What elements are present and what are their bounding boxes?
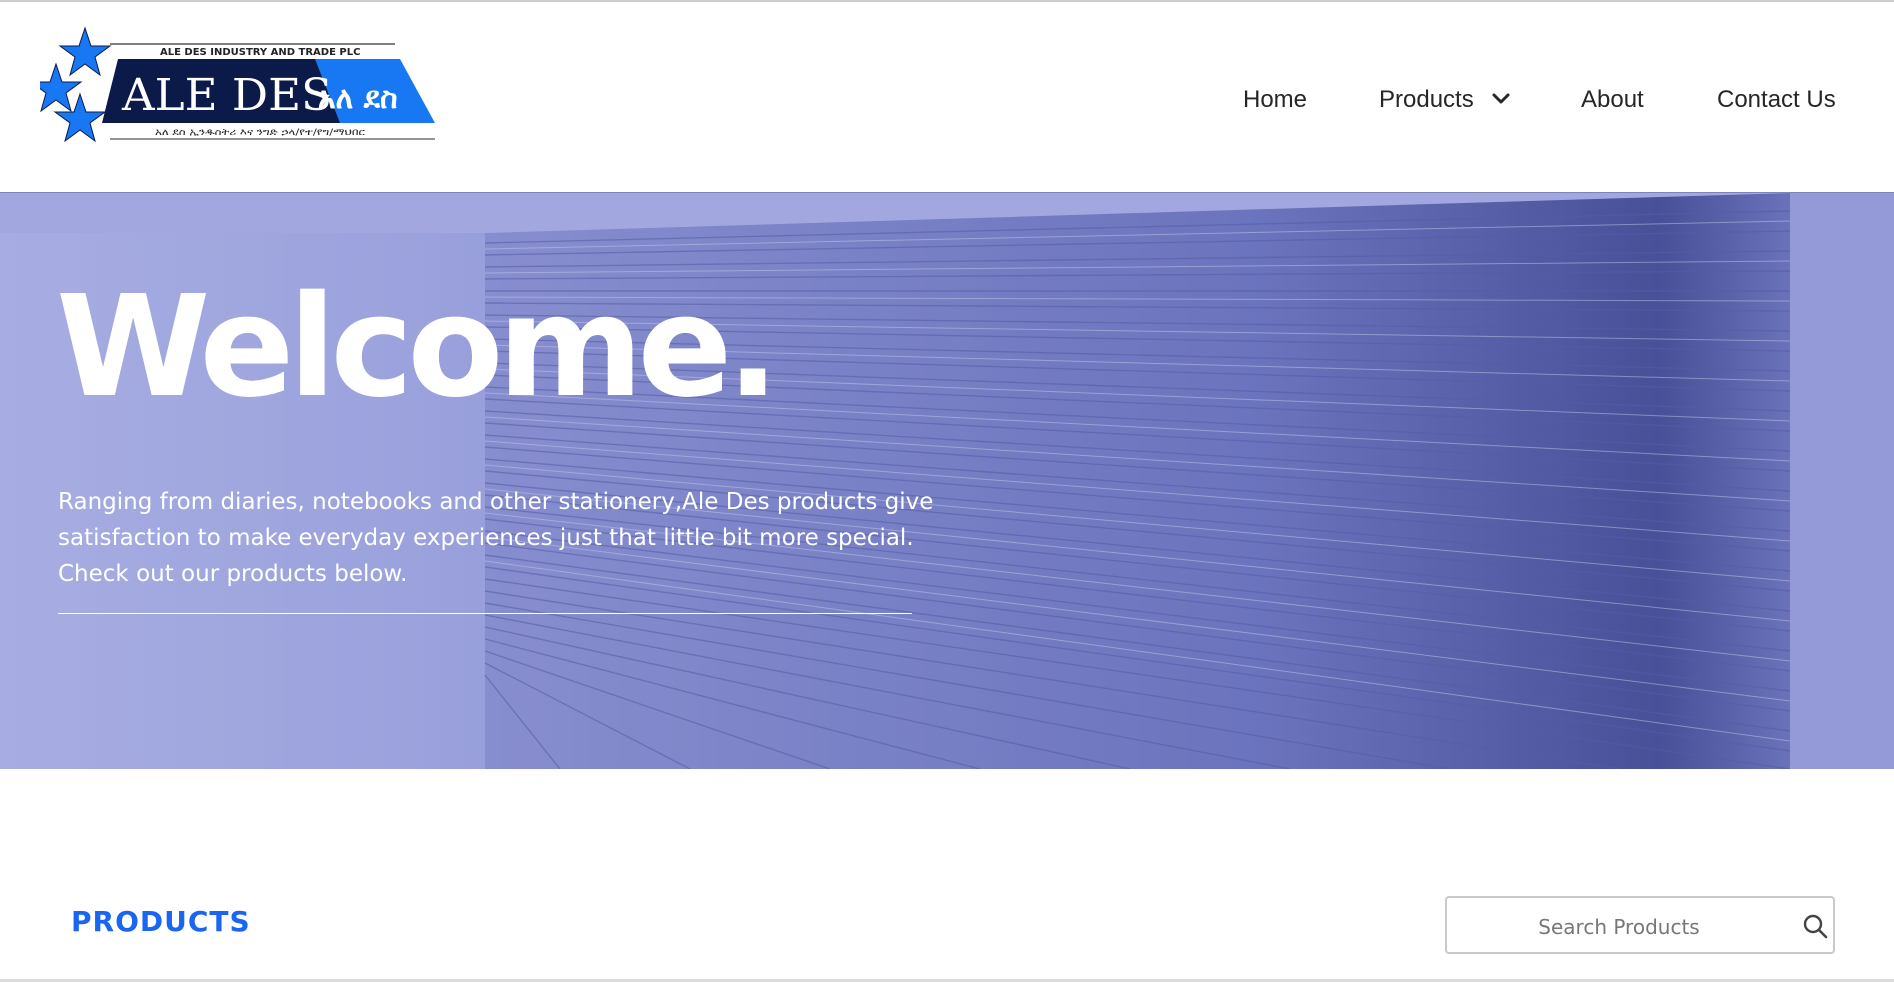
logo-brand-latin: ALE DES — [121, 70, 332, 121]
chevron-down-icon[interactable] — [1490, 88, 1512, 110]
products-heading: PRODUCTS — [71, 905, 251, 938]
site-header: ALE DES INDUSTRY AND TRADE PLC ALE DES አ… — [0, 2, 1894, 192]
hero-title: Welcome. — [56, 266, 780, 429]
search-input[interactable] — [1467, 908, 1771, 946]
hero-divider — [58, 613, 912, 614]
nav-products-link[interactable]: Products — [1379, 84, 1474, 116]
nav-about-link[interactable]: About — [1581, 84, 1644, 116]
nav-home-link[interactable]: Home — [1243, 84, 1307, 116]
company-logo[interactable]: ALE DES INDUSTRY AND TRADE PLC ALE DES አ… — [29, 24, 440, 158]
logo-company-line: ALE DES INDUSTRY AND TRADE PLC — [160, 47, 360, 58]
nav-contact-link[interactable]: Contact Us — [1717, 84, 1836, 116]
logo-brand-amharic: አለ ደስ — [318, 81, 398, 116]
hero-description: Ranging from diaries, notebooks and othe… — [58, 489, 934, 587]
logo-star-icon — [58, 26, 112, 77]
logo-amharic-subline: አለ ደስ ኢንዱስትሪ እና ንግድ ኃላ/የተ/የግ/ማህበር — [155, 128, 365, 138]
search-icon[interactable] — [1801, 912, 1829, 940]
product-search-box — [1445, 896, 1835, 954]
logo-graphic: ALE DES INDUSTRY AND TRADE PLC ALE DES አ… — [29, 26, 435, 143]
